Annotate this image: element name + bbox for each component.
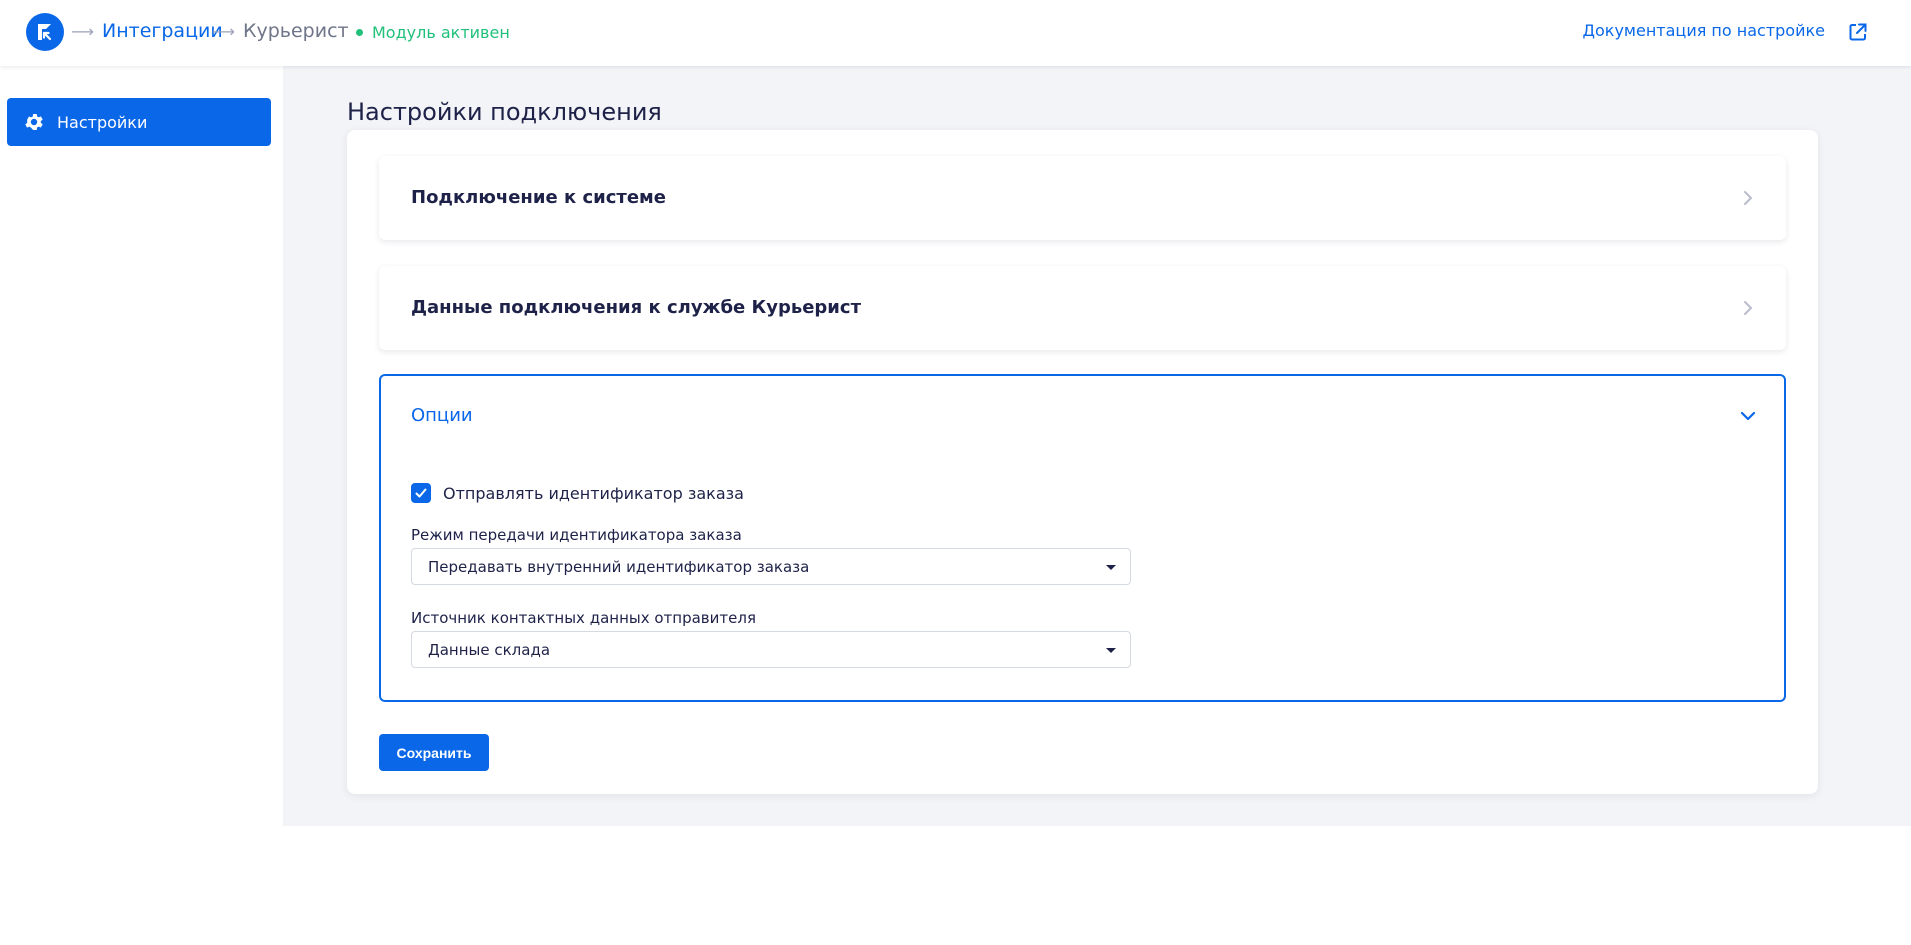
section-system-connection-header[interactable]: Подключение к системе: [379, 156, 1786, 240]
external-link-icon[interactable]: [1847, 21, 1869, 43]
checkbox-label: Отправлять идентификатор заказа: [443, 483, 744, 503]
status-text: Модуль активен: [372, 22, 510, 42]
checkbox-checked-icon[interactable]: [411, 483, 431, 503]
save-button[interactable]: Сохранить: [379, 734, 489, 771]
status-dot-icon: [356, 28, 363, 36]
breadcrumb-integrations[interactable]: Интеграции: [102, 20, 223, 42]
arrow-right-icon: ⟶: [212, 22, 235, 41]
settings-card: Подключение к системе Данные подключения…: [347, 130, 1818, 794]
retailcrm-logo-icon[interactable]: [26, 13, 64, 51]
order-id-mode-label: Режим передачи идентификатора заказа: [411, 526, 742, 544]
chevron-right-icon: [1744, 301, 1752, 315]
sidebar-item-settings[interactable]: Настройки: [7, 98, 271, 146]
select-value: Передавать внутренний идентификатор зака…: [428, 558, 810, 576]
sender-contact-source-label: Источник контактных данных отправителя: [411, 609, 756, 627]
gear-icon: [25, 114, 43, 130]
section-options-header[interactable]: Опции: [381, 376, 1784, 460]
send-order-id-checkbox[interactable]: Отправлять идентификатор заказа: [411, 482, 744, 504]
order-id-mode-select[interactable]: Передавать внутренний идентификатор зака…: [411, 548, 1131, 585]
caret-down-icon: [1106, 648, 1116, 653]
caret-down-icon: [1106, 565, 1116, 570]
sidebar-item-label: Настройки: [57, 112, 148, 132]
documentation-link[interactable]: Документация по настройке: [1583, 21, 1826, 40]
chevron-right-icon: [1744, 191, 1752, 205]
select-value: Данные склада: [428, 641, 551, 659]
breadcrumb-current: Курьерист: [243, 20, 349, 42]
section-service-credentials: Данные подключения к службе Курьерист: [379, 266, 1786, 350]
chevron-down-icon: [1740, 411, 1756, 421]
section-title: Подключение к системе: [411, 187, 666, 208]
arrow-right-icon: ⟶: [71, 22, 94, 41]
status-badge: Модуль активен: [356, 22, 510, 42]
top-bar: ⟶ Интеграции ⟶ Курьерист Модуль активен …: [0, 0, 1911, 66]
section-service-credentials-header[interactable]: Данные подключения к службе Курьерист: [379, 266, 1786, 350]
section-system-connection: Подключение к системе: [379, 156, 1786, 240]
sidebar: Настройки: [0, 66, 283, 826]
page-title: Настройки подключения: [347, 98, 662, 126]
sender-contact-source-select[interactable]: Данные склада: [411, 631, 1131, 668]
section-options: Опции Отправлять идентификатор заказа Ре…: [379, 374, 1786, 702]
section-title: Данные подключения к службе Курьерист: [411, 297, 862, 318]
main-content: Настройки подключения Подключение к сист…: [283, 66, 1911, 826]
section-title: Опции: [411, 405, 473, 426]
